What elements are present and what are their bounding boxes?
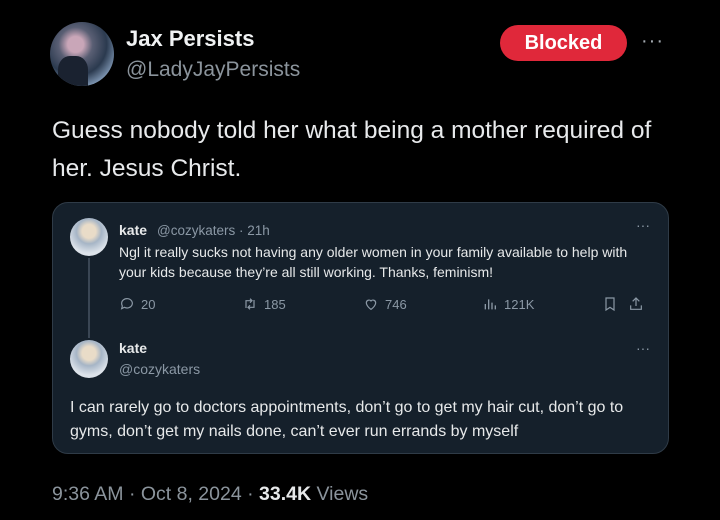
retweet-action[interactable]: 185 [242,296,286,312]
like-action[interactable]: 746 [363,296,407,312]
reply-more-icon[interactable]: ··· [636,340,650,356]
quoted-tweet-text: Ngl it really sucks not having any older… [119,244,628,280]
bookmark-icon [602,296,618,312]
views-count: 121K [504,296,535,312]
quoted-more-icon[interactable]: ··· [636,217,650,233]
timestamp[interactable]: 9:36 AM · Oct 8, 2024 · [52,483,259,505]
quoted-author-name[interactable]: kate [119,222,147,238]
views-total: 33.4K [259,483,312,505]
reply-text: I can rarely go to doctors appointments,… [70,399,624,440]
reply-author-name[interactable]: kate [119,340,147,356]
retweet-icon [242,296,258,312]
tweet-text: Guess nobody told her what being a mothe… [52,117,652,182]
blocked-button[interactable]: Blocked [500,25,627,61]
views-icon [482,296,498,312]
bookmark-button[interactable] [602,296,618,312]
views-action[interactable]: 121K [482,296,534,312]
like-count: 746 [385,296,407,312]
reply-icon [119,296,135,312]
thread-connector [88,258,90,338]
quoted-author-avatar[interactable] [70,218,108,256]
author-handle[interactable]: @LadyJayPersists [126,58,300,82]
views-label: Views [311,483,369,505]
author-avatar[interactable] [50,22,114,86]
reply-author-handle[interactable]: @cozykaters [119,361,200,377]
share-button[interactable] [628,296,644,312]
author-display-name[interactable]: Jax Persists [126,26,254,52]
more-options-icon[interactable]: ··· [641,30,664,53]
like-icon [363,296,379,312]
reply-count: 20 [141,296,156,312]
quoted-handle-time: @cozykaters · 21h [157,223,270,238]
share-icon [628,296,644,312]
tweet-metadata: 9:36 AM · Oct 8, 2024 · 33.4K Views [52,483,368,506]
reply-author-avatar[interactable] [70,340,108,378]
retweet-count: 185 [264,296,286,312]
reply-action[interactable]: 20 [119,296,155,312]
